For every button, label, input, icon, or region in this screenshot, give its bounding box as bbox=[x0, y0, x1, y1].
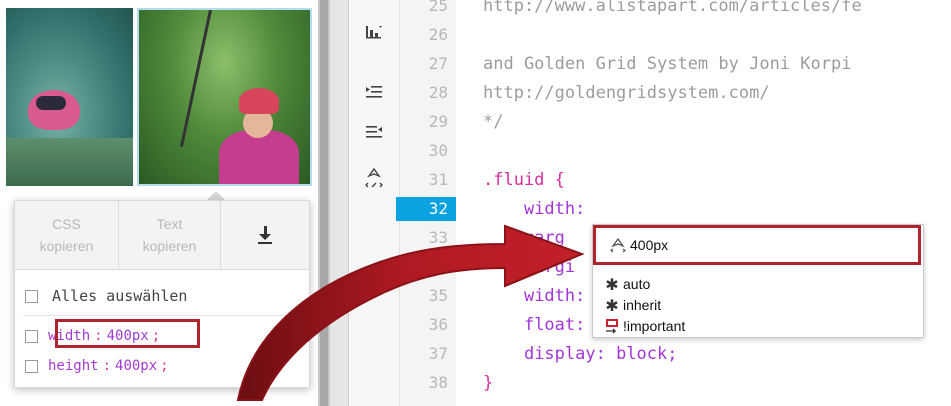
code-line[interactable]: http://www.alistapart.com/articles/fe bbox=[483, 0, 862, 18]
code-line[interactable]: http://goldengridsystem.com/ bbox=[483, 81, 770, 105]
hint-item-label: !important bbox=[623, 318, 686, 334]
css-property: margi bbox=[523, 257, 576, 277]
download-button[interactable] bbox=[221, 201, 309, 269]
line-number: 33 bbox=[428, 228, 448, 247]
css-property-rest: : block; bbox=[595, 344, 678, 364]
hint-selected-item[interactable]: 400px bbox=[593, 225, 921, 265]
line-number: 35 bbox=[428, 286, 448, 305]
code-hint-icon[interactable] bbox=[362, 164, 386, 192]
download-icon bbox=[258, 226, 272, 244]
hint-item-important[interactable]: !important bbox=[603, 315, 685, 337]
select-all-label: Alles auswählen bbox=[52, 287, 188, 305]
css-copy-label-line2: kopieren bbox=[39, 238, 94, 254]
code-hint-popup[interactable]: 400px ✱ auto ✱ inherit !important bbox=[592, 224, 924, 338]
line-number: 31 bbox=[428, 170, 448, 189]
outdent-icon[interactable] bbox=[362, 122, 386, 142]
height-checkbox[interactable] bbox=[25, 359, 38, 373]
css-property: width bbox=[523, 286, 576, 306]
css-property: width bbox=[523, 199, 576, 219]
code-line[interactable]: display: block; bbox=[483, 342, 678, 366]
underwater-photo[interactable] bbox=[6, 8, 133, 186]
width-highlight-box bbox=[55, 319, 200, 348]
line-number: 25 bbox=[428, 0, 448, 15]
css-property-rest: : bbox=[575, 199, 586, 219]
popup-toolbar: CSS kopieren Text kopieren bbox=[15, 201, 309, 270]
css-property: marg bbox=[523, 228, 565, 248]
line-number: 27 bbox=[428, 54, 448, 73]
select-all-checkbox[interactable] bbox=[25, 289, 38, 303]
hint-item-auto[interactable]: ✱ auto bbox=[603, 273, 650, 295]
line-number: 29 bbox=[428, 112, 448, 131]
open-brace: { bbox=[544, 170, 565, 190]
text-copy-label-line1: Text bbox=[156, 216, 183, 232]
code-text: and Golden Grid System by Joni Korpi bbox=[483, 54, 852, 74]
photo-selfie-stick bbox=[179, 10, 212, 148]
property-row-height[interactable]: height : 400px ; bbox=[25, 355, 169, 377]
asterisk-icon: ✱ bbox=[605, 295, 619, 315]
scrollbar-thumb[interactable] bbox=[320, 0, 328, 406]
line-number: 28 bbox=[428, 83, 448, 102]
hint-item-inherit[interactable]: ✱ inherit bbox=[603, 294, 661, 316]
important-icon bbox=[603, 317, 621, 335]
photo-rocks bbox=[6, 138, 133, 186]
code-text: */ bbox=[483, 112, 504, 132]
css-copy-popup: CSS kopieren Text kopieren Alles auswähl… bbox=[14, 200, 310, 388]
editor-tool-strip bbox=[349, 0, 400, 406]
width-checkbox[interactable] bbox=[25, 329, 38, 343]
line-number: 36 bbox=[428, 315, 448, 334]
code-line[interactable]: } bbox=[483, 371, 493, 395]
selfie-photo[interactable] bbox=[137, 8, 312, 186]
line-number: 37 bbox=[428, 344, 448, 363]
text-copy-label-line2: kopieren bbox=[142, 238, 197, 254]
popup-divider bbox=[23, 315, 301, 316]
code-line[interactable]: and Golden Grid System by Joni Korpi bbox=[483, 52, 851, 76]
panel-scrollbar[interactable] bbox=[318, 0, 330, 406]
code-text: http://www.alistapart.com/articles/fe bbox=[483, 0, 862, 16]
hint-item-label: inherit bbox=[623, 297, 662, 313]
code-line[interactable]: */ bbox=[483, 110, 503, 134]
code-line[interactable]: margi bbox=[483, 255, 575, 279]
code-line[interactable]: .fluid { bbox=[483, 168, 565, 192]
property-value: 400px bbox=[115, 358, 158, 374]
line-number: 32 bbox=[396, 197, 456, 221]
css-property-rest: : bbox=[575, 315, 586, 335]
hint-item-label: auto bbox=[623, 276, 651, 292]
asterisk-icon: ✱ bbox=[605, 274, 619, 294]
code-line[interactable]: float: bbox=[483, 313, 585, 337]
select-all-row[interactable]: Alles auswählen bbox=[25, 285, 187, 307]
line-number: 34 bbox=[428, 257, 448, 276]
css-copy-label-line1: CSS bbox=[52, 216, 81, 232]
code-line[interactable]: width: bbox=[483, 197, 585, 221]
photo-shirt bbox=[219, 130, 299, 184]
code-line[interactable]: marg bbox=[483, 226, 565, 250]
text-copy-button[interactable]: Text kopieren bbox=[119, 201, 221, 269]
css-hint-icon bbox=[610, 236, 628, 254]
bar-chart-icon[interactable] bbox=[362, 22, 386, 42]
css-selector: .fluid bbox=[483, 170, 545, 190]
indent-icon[interactable] bbox=[362, 82, 386, 102]
css-property: float bbox=[523, 315, 576, 335]
css-copy-button[interactable]: CSS kopieren bbox=[15, 201, 119, 269]
photo-diving-mask bbox=[36, 96, 66, 110]
code-line[interactable]: width: bbox=[483, 284, 585, 308]
css-property-rest: : bbox=[575, 286, 586, 306]
line-number: 26 bbox=[428, 25, 448, 44]
css-picker-panel: CSS kopieren Text kopieren Alles auswähl… bbox=[0, 0, 318, 406]
photo-helmet bbox=[239, 88, 279, 114]
property-name: height bbox=[48, 358, 99, 374]
line-number: 38 bbox=[428, 373, 448, 392]
panel-separator bbox=[330, 0, 349, 406]
close-brace: } bbox=[483, 373, 494, 393]
property-colon: : bbox=[102, 358, 112, 374]
code-text: http://goldengridsystem.com/ bbox=[483, 83, 770, 103]
line-number: 30 bbox=[428, 141, 448, 160]
hint-selected-value: 400px bbox=[630, 237, 669, 253]
photo-strip bbox=[6, 8, 312, 186]
property-semicolon: ; bbox=[160, 358, 169, 374]
css-property: display bbox=[523, 344, 596, 364]
